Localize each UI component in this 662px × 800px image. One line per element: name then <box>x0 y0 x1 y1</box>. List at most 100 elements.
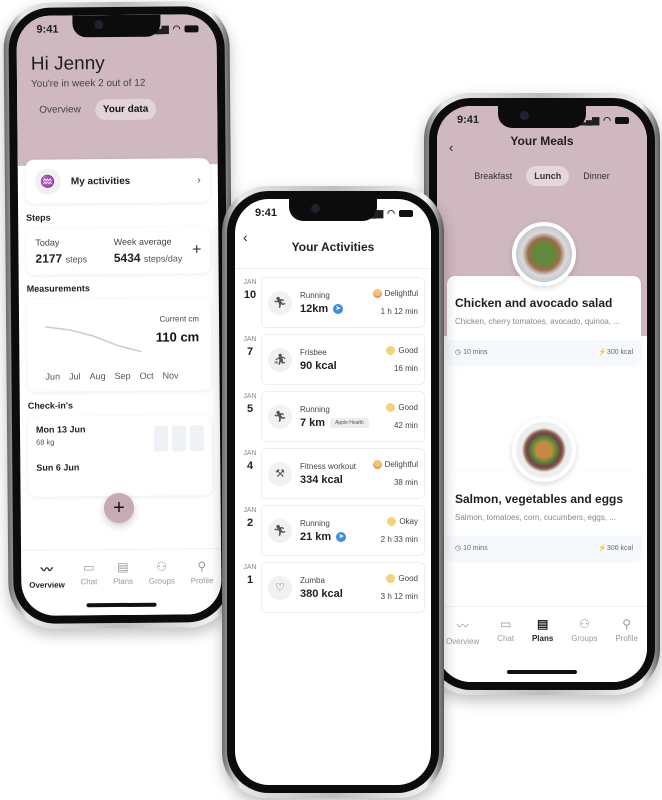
tab-overview[interactable]: Overview <box>31 99 89 121</box>
tab-profile[interactable]: ⚲ Profile <box>191 559 214 614</box>
activity-name: Frisbee <box>300 347 327 357</box>
month-label: Jun <box>45 371 61 382</box>
clock-icon: ◷ <box>455 545 462 552</box>
meal-card[interactable]: Salmon, vegetables and eggs Salmon, toma… <box>447 418 641 560</box>
activity-date: JAN 5 <box>239 391 261 442</box>
location-source-icon: ➤ <box>333 303 344 314</box>
date-month: JAN <box>243 393 257 400</box>
tab-overview-nav[interactable]: 〰 Overview <box>29 560 65 615</box>
activity-card[interactable]: 🏃︎ Running 7 km Apple Health Good 42 min <box>261 391 425 442</box>
chat-icon: ▭ <box>83 560 95 575</box>
frisbee-icon: ⛹︎ <box>268 347 292 372</box>
notch <box>498 106 586 128</box>
activity-row: JAN 1 ♡ Zumba 380 kcal Good 3 h 12 min <box>239 562 425 613</box>
activity-duration: 3 h 12 min <box>380 592 418 601</box>
meal-ingredients: Salmon, tomatoes, corn, cucumbers, eggs,… <box>455 513 616 522</box>
tab-your-data[interactable]: Your data <box>94 98 157 121</box>
tab-profile[interactable]: ⚲ Profile <box>615 617 638 682</box>
tab-overview-nav[interactable]: 〰 Overview <box>446 617 479 682</box>
checkin-photos <box>153 425 205 452</box>
steps-day-unit: steps/day <box>143 253 183 264</box>
page-title: Your Meals <box>510 134 574 148</box>
profile-icon: ⚲ <box>197 559 207 574</box>
tab-label: Overview <box>29 580 65 590</box>
add-checkin-button[interactable]: + <box>104 493 134 523</box>
activity-card[interactable]: ♡ Zumba 380 kcal Good 3 h 12 min <box>261 562 425 613</box>
location-source-icon: ➤ <box>336 531 347 542</box>
mood-emoji-icon <box>372 460 382 469</box>
activity-row: JAN 10 🏃︎ Running 12km ➤ Delightful 1 h 12 min <box>239 277 425 328</box>
month-label: Jul <box>69 371 81 382</box>
activity-mood: Okay <box>399 517 418 526</box>
bolt-icon: ⚡ <box>598 349 607 356</box>
status-time: 9:41 <box>255 207 278 219</box>
today-steps: 2177 <box>35 251 63 266</box>
meal-kcal: 300 kcal <box>606 349 633 356</box>
tab-breakfast[interactable]: Breakfast <box>466 166 520 186</box>
add-steps-button[interactable]: + <box>192 241 202 259</box>
activity-card[interactable]: ⛹︎ Frisbee 90 kcal Good 16 min <box>261 334 425 385</box>
activity-date: JAN 4 <box>239 448 261 499</box>
trend-line <box>45 326 142 353</box>
mood-emoji-icon <box>372 289 382 298</box>
activity-value: 7 km <box>300 416 326 429</box>
date-month: JAN <box>243 336 257 343</box>
meal-card[interactable]: Chicken and avocado salad Chicken, cherr… <box>447 222 641 364</box>
meal-photo <box>512 222 576 286</box>
document-icon: ▤ <box>536 617 549 631</box>
my-activities-label: My activities <box>70 175 131 187</box>
running-icon: 🏃︎ <box>268 518 292 543</box>
month-label: Nov <box>162 370 179 381</box>
source-badge: Apple Health <box>330 417 369 428</box>
groups-icon: ⚇ <box>578 617 590 631</box>
steps-heading: Steps <box>26 212 51 223</box>
tab-label: Chat <box>80 577 98 587</box>
status-time: 9:41 <box>36 23 59 36</box>
profile-icon: ⚲ <box>622 617 632 631</box>
activity-name: Zumba <box>300 575 325 585</box>
my-activities-button[interactable]: ♒ My activities › <box>25 158 211 204</box>
wifi-icon: ◠ <box>172 22 181 34</box>
activity-value: 334 kcal <box>300 473 343 486</box>
chat-icon: ▭ <box>499 617 512 631</box>
battery-icon <box>399 209 413 217</box>
date-day: 1 <box>246 574 254 586</box>
measurements-heading: Measurements <box>26 283 90 294</box>
measurement-trend-chart <box>45 326 142 353</box>
activity-card[interactable]: ⚒ Fitness workout 334 kcal Delightful 38 min <box>261 448 425 499</box>
activity-date: JAN 10 <box>239 277 261 328</box>
tab-label: Plans <box>531 634 554 643</box>
battery-icon <box>184 24 199 32</box>
date-day: 7 <box>246 346 254 358</box>
tab-lunch[interactable]: Lunch <box>526 166 570 186</box>
week-average-value: 5434 <box>113 250 141 266</box>
document-icon: ▤ <box>117 559 129 575</box>
activity-duration: 42 min <box>393 421 418 430</box>
heart-icon: ♡ <box>268 575 292 600</box>
home-indicator <box>86 602 157 608</box>
chevron-right-icon: › <box>197 174 201 187</box>
checkins-card: Mon 13 Jun 68 kg Sun 6 Jun <box>27 415 213 497</box>
tab-dinner[interactable]: Dinner <box>575 166 618 186</box>
back-button[interactable]: ‹ <box>243 229 248 245</box>
bolt-icon: ⚡ <box>598 545 607 552</box>
meal-ingredients: Chicken, cherry tomatoes, avocado, quino… <box>455 317 620 326</box>
back-button[interactable]: ‹ <box>449 140 453 155</box>
month-label: Aug <box>89 371 106 382</box>
activity-list: JAN 10 🏃︎ Running 12km ➤ Delightful 1 h 12 min J… <box>235 269 431 613</box>
home-indicator <box>507 670 577 674</box>
mood-emoji-icon <box>386 574 396 583</box>
checkins-heading: Check-in's <box>27 400 73 411</box>
notch <box>289 199 377 221</box>
phone-overview: 9:41▂▄▆◠ Hi Jenny You're in week 2 out o… <box>3 1 235 629</box>
current-value: 110 cm <box>155 329 200 345</box>
mood-emoji-icon <box>387 517 397 526</box>
overview-icon: 〰 <box>40 562 53 577</box>
activity-mood: Good <box>398 346 418 355</box>
activity-card[interactable]: 🏃︎ Running 12km ➤ Delightful 1 h 12 min <box>261 277 425 328</box>
mood-emoji-icon <box>386 346 396 355</box>
activity-card[interactable]: 🏃︎ Running 21 km ➤ Okay 2 h 33 min <box>261 505 425 556</box>
activity-row: JAN 2 🏃︎ Running 21 km ➤ Okay 2 h 33 min <box>239 505 425 556</box>
current-label: Current cm <box>159 314 200 324</box>
measurements-card[interactable]: Current cm 110 cm Jun Jul Aug Sep Oct Nov <box>26 298 212 392</box>
